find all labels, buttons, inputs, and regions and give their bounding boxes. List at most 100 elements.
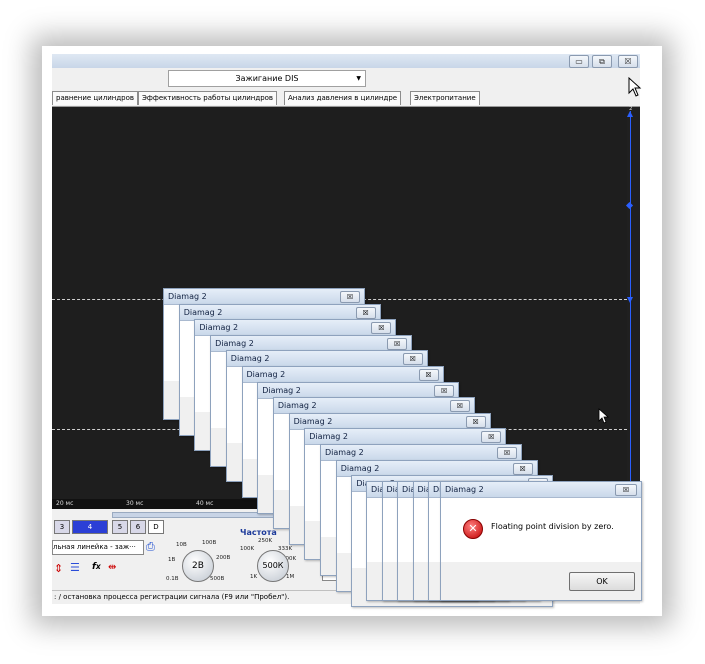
dialog-close-button[interactable]: ☒ xyxy=(512,462,533,475)
channel-label: D xyxy=(153,523,159,531)
restore-icon: ⧉ xyxy=(599,57,605,66)
channel-button-6[interactable]: 6 xyxy=(130,520,146,534)
channel-button-3[interactable]: 3 xyxy=(54,520,70,534)
vertical-arrows-icon[interactable]: ⇕ xyxy=(54,562,63,575)
scale-marker-icon[interactable] xyxy=(625,201,634,210)
ignition-select[interactable]: Зажигание DIS ▼ xyxy=(168,70,366,87)
dialog-title: Diamag 2 xyxy=(336,460,537,477)
minimize-icon: ▭ xyxy=(575,57,583,66)
close-icon: ☒ xyxy=(488,433,495,442)
close-icon: ☒ xyxy=(624,57,632,66)
function-icon[interactable]: fx xyxy=(92,562,101,572)
pointer-cursor-icon xyxy=(628,77,642,97)
ignition-select-value: Зажигание DIS xyxy=(235,74,299,83)
knob-mark: 1M xyxy=(286,574,295,580)
dialog-title: Diamag 2 xyxy=(164,289,364,305)
dialog-close-button[interactable]: ☒ xyxy=(449,400,470,413)
close-icon: ☒ xyxy=(503,449,511,457)
error-icon: ✕ xyxy=(463,519,483,539)
tab-label: равнение цилиндров xyxy=(56,94,135,102)
ok-button-label: OK xyxy=(596,577,608,586)
error-message: Floating point division by zero. xyxy=(491,522,614,531)
error-dialog-title: Diamag 2 xyxy=(441,482,641,498)
error-dialog: Diamag 2 ☒ ✕ Floating point division by … xyxy=(440,481,642,601)
knob-mark: 1В xyxy=(168,557,176,563)
knob-mark: 250K xyxy=(258,538,273,544)
cursor-split-icon[interactable]: ⇹ xyxy=(108,562,116,573)
toolbar: Зажигание DIS ▼ xyxy=(52,68,640,90)
frequency-knob[interactable]: 500К xyxy=(257,550,289,582)
channel-button-d[interactable]: D xyxy=(148,520,164,534)
knob-mark: 1K xyxy=(250,574,258,580)
knob-value: 2В xyxy=(192,561,204,571)
dialog-close-button[interactable]: ☒ xyxy=(340,291,360,303)
scale-down-icon[interactable] xyxy=(627,297,633,303)
time-tick: 40 мс xyxy=(196,500,214,507)
dialog-title: Diamag 2 xyxy=(242,367,443,383)
dialog-title: Diamag 2 xyxy=(273,398,474,415)
dialog-title: Diamag 2 xyxy=(289,413,490,430)
close-icon: ☒ xyxy=(393,339,401,348)
dialog-close-button[interactable]: ☒ xyxy=(355,306,376,319)
close-icon: ☒ xyxy=(425,371,432,379)
dialog-close-button[interactable]: ☒ xyxy=(497,447,517,459)
channel-button-4[interactable]: 4 xyxy=(72,520,108,534)
dialog-title: Diamag 2 xyxy=(211,335,412,352)
close-icon: ☒ xyxy=(519,464,526,473)
tab-cylinder-efficiency[interactable]: Эффективность работы цилиндров xyxy=(138,91,278,105)
dialog-title: Diamag 2 xyxy=(258,382,459,399)
knob-mark: 10В xyxy=(176,542,187,548)
tab-cylinder-compare[interactable]: равнение цилиндров xyxy=(52,91,139,105)
channel-label: 4 xyxy=(87,523,93,531)
tab-label: Эффективность работы цилиндров xyxy=(142,94,274,102)
dialog-close-button[interactable]: ☒ xyxy=(465,415,486,428)
pointer-cursor-icon xyxy=(598,408,610,424)
status-text: : / остановка процесса регистрации сигна… xyxy=(54,593,290,601)
close-icon: ☒ xyxy=(362,308,369,317)
close-icon: ☒ xyxy=(346,293,354,301)
close-icon: ☒ xyxy=(441,386,448,395)
amplitude-knob[interactable]: 2В xyxy=(182,550,214,582)
channel-label: 3 xyxy=(59,523,65,531)
close-icon: ☒ xyxy=(456,402,464,411)
channel-button-5[interactable]: 5 xyxy=(112,520,128,534)
dialog-close-button[interactable]: ☒ xyxy=(387,337,408,350)
tab-label: Электропитание xyxy=(414,94,476,102)
dialog-close-button[interactable]: ☒ xyxy=(481,431,502,444)
close-icon: ☒ xyxy=(472,417,479,426)
restore-button[interactable]: ⧉ xyxy=(592,55,612,68)
ruler-select-value: льная линейка - заж··· xyxy=(53,543,136,551)
tab-power-supply[interactable]: Электропитание xyxy=(410,91,480,105)
close-button[interactable]: ☒ xyxy=(618,55,638,68)
knob-mark: 0.1В xyxy=(166,576,179,582)
dialog-close-button[interactable]: ☒ xyxy=(371,322,392,335)
scale-up-icon[interactable] xyxy=(627,111,633,117)
knob-mark: 500В xyxy=(210,576,225,582)
dialog-title: Diamag 2 xyxy=(321,445,521,461)
dialog-title: Diamag 2 xyxy=(179,304,380,321)
tab-strip: равнение цилиндров Эффективность работы … xyxy=(52,90,640,107)
channel-label: 5 xyxy=(117,523,123,531)
ruler-select[interactable]: льная линейка - заж··· xyxy=(52,540,144,555)
dialog-title: Diamag 2 xyxy=(305,429,506,446)
knob-mark: 100K xyxy=(240,546,255,552)
error-dialog-close-button[interactable]: ☒ xyxy=(615,484,637,496)
time-tick: 30 мс xyxy=(126,500,144,507)
chevron-down-icon: ▼ xyxy=(356,75,361,82)
tab-label: Анализ давления в цилиндре xyxy=(288,94,398,102)
minimize-button[interactable]: ▭ xyxy=(569,55,589,68)
dialog-title: Diamag 2 xyxy=(195,320,396,337)
save-icon[interactable]: ⎙ xyxy=(146,540,155,554)
lines-icon[interactable]: ☰ xyxy=(70,561,80,574)
close-icon: ☒ xyxy=(622,486,630,494)
dialog-footer: OK xyxy=(441,562,641,600)
ok-button[interactable]: OK xyxy=(569,572,635,591)
close-icon: ☒ xyxy=(378,324,385,333)
title-bar: ▭ ⧉ ☒ xyxy=(52,54,640,68)
dialog-close-button[interactable]: ☒ xyxy=(418,369,439,381)
vertical-scale[interactable]: 2 xyxy=(625,106,640,499)
tab-cylinder-pressure[interactable]: Анализ давления в цилиндре xyxy=(284,91,402,105)
dialog-close-button[interactable]: ☒ xyxy=(402,353,423,366)
dialog-close-button[interactable]: ☒ xyxy=(434,384,455,397)
knob-mark: 100В xyxy=(202,540,217,546)
